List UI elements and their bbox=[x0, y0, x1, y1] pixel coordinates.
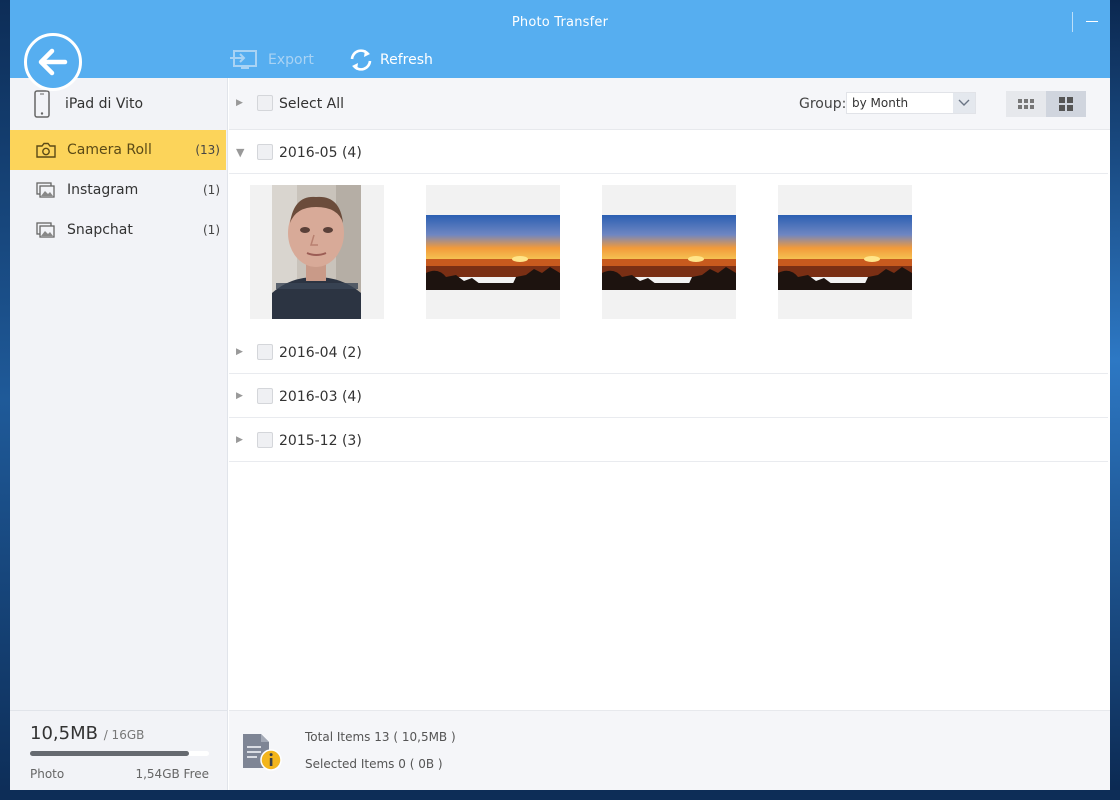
group-row-2016-03[interactable]: ▶ 2016-03 (4) bbox=[229, 374, 1108, 418]
group-count: (2) bbox=[341, 345, 362, 361]
group-label: Group: bbox=[799, 96, 847, 112]
tablet-icon bbox=[34, 90, 50, 118]
album-icon bbox=[36, 182, 56, 198]
back-button[interactable] bbox=[24, 33, 82, 91]
group-date: 2015-12 bbox=[279, 433, 338, 449]
group-count: (4) bbox=[341, 389, 362, 405]
group-checkbox[interactable] bbox=[257, 432, 273, 448]
main-content: ▶ Select All Group: by Month ▼ 2016-05 (… bbox=[229, 78, 1110, 790]
refresh-label: Refresh bbox=[380, 52, 433, 68]
thumbnail-grid bbox=[229, 174, 1108, 338]
sidebar-item-count: (1) bbox=[203, 223, 220, 237]
total-items-label: Total Items bbox=[305, 730, 371, 744]
dropdown-button[interactable] bbox=[953, 93, 975, 113]
storage-progress-bar bbox=[30, 751, 209, 756]
device-name: iPad di Vito bbox=[65, 96, 144, 112]
group-name: 2016-04 (2) bbox=[279, 345, 362, 361]
sidebar-item-label: Camera Roll bbox=[67, 142, 152, 158]
select-all-checkbox[interactable] bbox=[257, 95, 273, 111]
storage-panel: 10,5MB / 16GB Photo 1,54GB Free bbox=[10, 710, 228, 790]
group-date: 2016-04 bbox=[279, 345, 338, 361]
total-items-value: 13 bbox=[374, 730, 390, 744]
small-grid-icon bbox=[1018, 99, 1034, 109]
content-toolbar: ▶ Select All Group: by Month bbox=[229, 78, 1110, 130]
window-title: Photo Transfer bbox=[511, 15, 609, 30]
group-name: 2016-05 (4) bbox=[279, 145, 362, 161]
storage-free: 1,54GB Free bbox=[135, 767, 209, 781]
refresh-icon bbox=[350, 49, 372, 71]
large-grid-icon bbox=[1059, 97, 1073, 111]
selected-items-label: Selected Items bbox=[305, 757, 395, 771]
sunset-photo-image bbox=[778, 185, 912, 319]
photo-thumbnail[interactable] bbox=[426, 185, 560, 319]
export-label: Export bbox=[268, 52, 314, 68]
arrow-left-icon bbox=[38, 48, 68, 76]
selected-items-size: ( 0B ) bbox=[409, 757, 443, 771]
sidebar-item-camera-roll[interactable]: Camera Roll (13) bbox=[10, 130, 226, 170]
triangle-right-icon[interactable]: ▶ bbox=[236, 98, 243, 108]
desktop-background-right bbox=[1110, 0, 1120, 800]
status-bar: Total Items 13 ( 10,5MB ) Selected Items… bbox=[229, 710, 1110, 790]
triangle-right-icon[interactable]: ▶ bbox=[236, 391, 243, 401]
group-row-2016-04[interactable]: ▶ 2016-04 (2) bbox=[229, 330, 1108, 374]
export-icon bbox=[230, 50, 257, 69]
group-row-2015-12[interactable]: ▶ 2015-12 (3) bbox=[229, 418, 1108, 462]
chevron-down-icon bbox=[958, 99, 970, 106]
desktop-background-left bbox=[0, 0, 10, 800]
select-all-label: Select All bbox=[279, 96, 344, 112]
document-info-icon bbox=[243, 734, 282, 771]
sunset-photo-image bbox=[602, 185, 736, 319]
sidebar-item-count: (13) bbox=[195, 143, 220, 157]
group-name: 2016-03 (4) bbox=[279, 389, 362, 405]
album-icon bbox=[36, 222, 56, 238]
title-bar-separator bbox=[1072, 12, 1073, 32]
minimize-icon bbox=[1086, 21, 1098, 22]
sidebar-item-count: (1) bbox=[203, 183, 220, 197]
group-name: 2015-12 (3) bbox=[279, 433, 362, 449]
photo-thumbnail[interactable] bbox=[602, 185, 736, 319]
group-select[interactable]: by Month bbox=[846, 92, 976, 114]
group-count: (3) bbox=[341, 433, 362, 449]
photo-transfer-window: Photo Transfer Export Refresh iPad di Vi… bbox=[10, 0, 1110, 790]
export-button[interactable]: Export bbox=[230, 47, 314, 73]
storage-type: Photo bbox=[30, 767, 65, 781]
group-row-2016-05[interactable]: ▼ 2016-05 (4) bbox=[229, 130, 1108, 174]
sidebar-item-label: Instagram bbox=[67, 182, 139, 198]
sidebar-item-instagram[interactable]: Instagram (1) bbox=[10, 170, 226, 210]
triangle-down-icon[interactable]: ▼ bbox=[236, 146, 244, 159]
sidebar: iPad di Vito Camera Roll (13) Instagram bbox=[10, 78, 228, 790]
photo-thumbnail[interactable] bbox=[778, 185, 912, 319]
storage-used-value: 10,5MB bbox=[30, 723, 98, 744]
view-toggle bbox=[1006, 91, 1086, 117]
camera-icon bbox=[36, 142, 56, 158]
group-date: 2016-03 bbox=[279, 389, 338, 405]
sidebar-item-label: Snapchat bbox=[67, 222, 133, 238]
group-checkbox[interactable] bbox=[257, 144, 273, 160]
photo-thumbnail[interactable] bbox=[250, 185, 384, 319]
sidebar-item-snapchat[interactable]: Snapchat (1) bbox=[10, 210, 226, 250]
small-grid-view-button[interactable] bbox=[1006, 91, 1046, 117]
group-checkbox[interactable] bbox=[257, 344, 273, 360]
refresh-button[interactable]: Refresh bbox=[348, 47, 433, 73]
group-checkbox[interactable] bbox=[257, 388, 273, 404]
minimize-button[interactable] bbox=[1080, 8, 1104, 30]
desktop-background-bottom bbox=[0, 790, 1120, 800]
large-grid-view-button[interactable] bbox=[1046, 91, 1086, 117]
sunset-photo-image bbox=[426, 185, 560, 319]
selected-items-value: 0 bbox=[398, 757, 406, 771]
group-count: (4) bbox=[341, 145, 362, 161]
triangle-right-icon[interactable]: ▶ bbox=[236, 347, 243, 357]
selected-items: Selected Items 0 ( 0B ) bbox=[305, 757, 443, 771]
storage-progress-fill bbox=[30, 751, 190, 756]
group-select-value: by Month bbox=[852, 96, 909, 110]
title-bar: Photo Transfer Export Refresh bbox=[10, 0, 1110, 78]
portrait-photo-image bbox=[250, 185, 384, 319]
storage-used: 10,5MB / 16GB bbox=[30, 723, 144, 744]
triangle-right-icon[interactable]: ▶ bbox=[236, 435, 243, 445]
total-items: Total Items 13 ( 10,5MB ) bbox=[305, 730, 456, 744]
storage-total: / 16GB bbox=[103, 728, 145, 742]
total-items-size: ( 10,5MB ) bbox=[393, 730, 456, 744]
group-date: 2016-05 bbox=[279, 145, 338, 161]
